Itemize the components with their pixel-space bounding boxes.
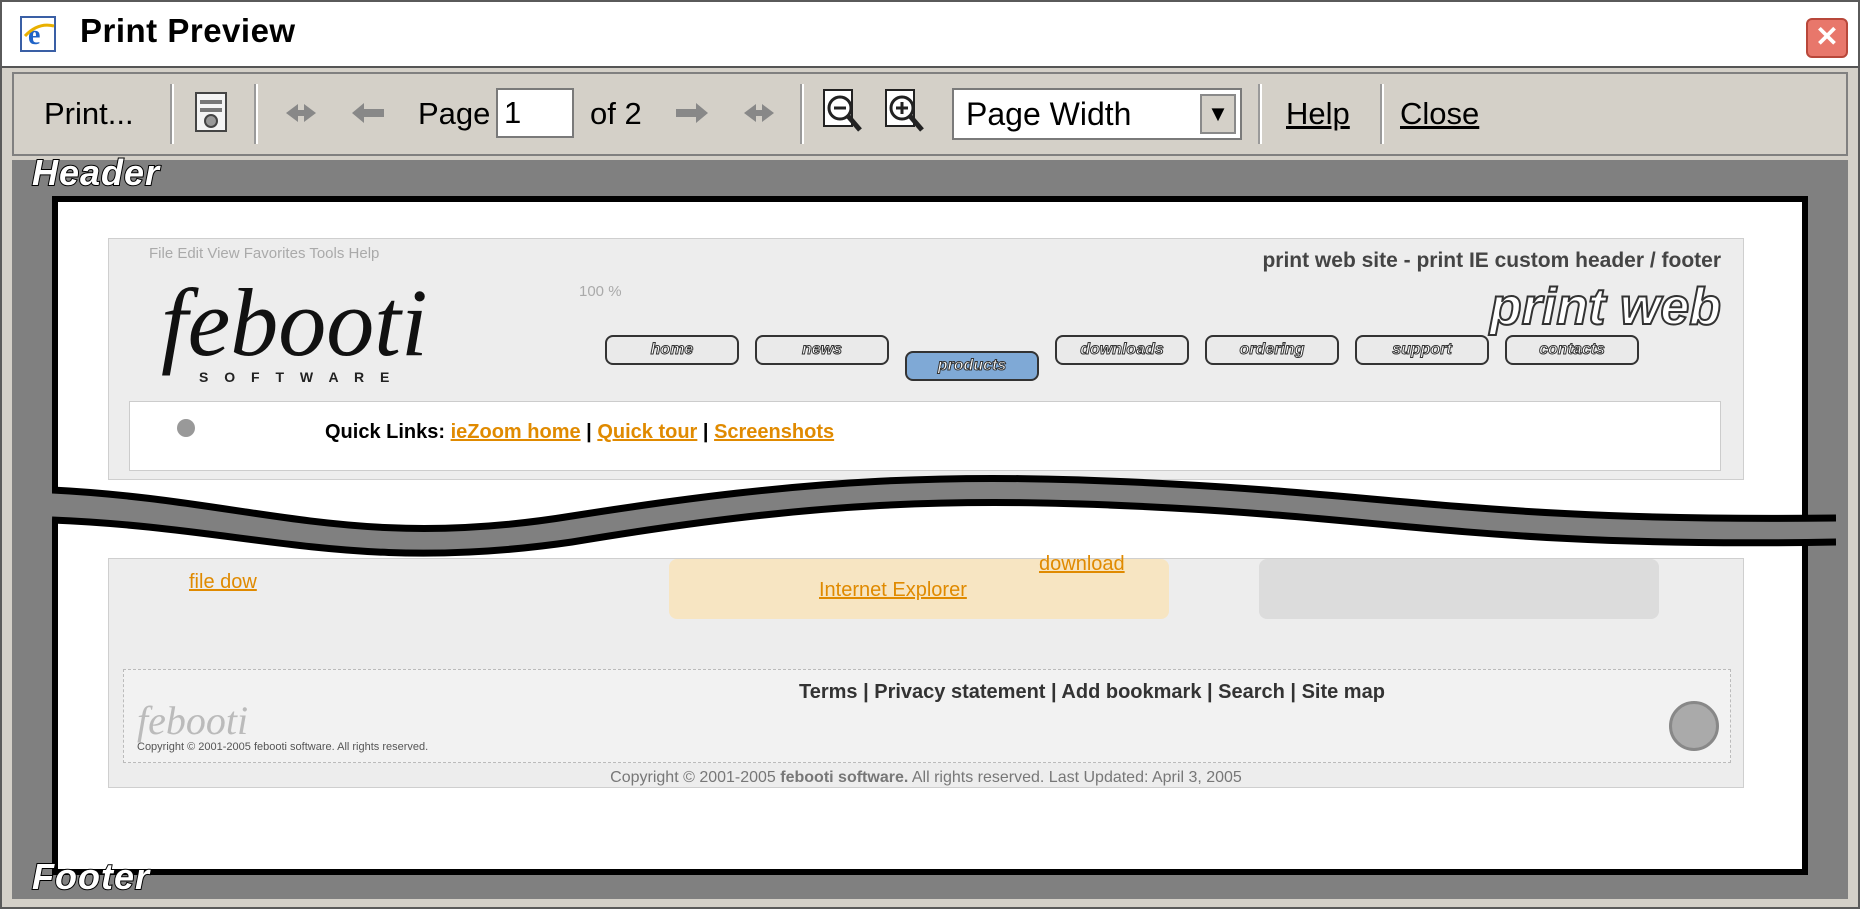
decor-box [1259,559,1659,619]
zoom-in-icon[interactable] [882,86,928,140]
menu-hint: File Edit View Favorites Tools Help [149,245,380,262]
svg-text:e: e [28,20,40,51]
quick-links: Quick Links: ieZoom home | Quick tour | … [325,421,835,443]
nav-item-support[interactable]: support [1355,335,1489,365]
print-button[interactable]: Print... [44,88,134,140]
next-page-icon[interactable] [674,100,710,126]
header-text: print web site - print IE custom header … [1262,249,1721,272]
nav-item-ordering[interactable]: ordering [1205,335,1339,365]
footer-logo: febooti [137,698,249,743]
scroll-top-icon[interactable] [1669,701,1719,751]
page-setup-icon[interactable] [190,90,234,134]
page-count-label: of 2 [590,96,642,131]
bullet-icon [177,419,195,437]
page-label: Page [418,88,490,140]
close-button-label: Close [1400,96,1480,131]
logo-text: febooti [161,269,428,376]
page-number-input[interactable]: 1 [496,88,574,138]
footer-small-copyright: Copyright © 2001-2005 febooti software. … [137,741,429,753]
fragment-download: download [1039,553,1125,575]
footer-label: Footer [31,855,150,898]
header-snapshot: File Edit View Favorites Tools Help 100 … [108,238,1744,480]
footer-snapshot: file dow download Internet Explorer Term… [108,553,1744,788]
toolbar-separator [254,84,258,144]
help-button[interactable]: Help [1286,88,1350,140]
last-page-icon[interactable] [740,98,780,128]
logo-sub: S O F T W A R E [199,369,396,385]
print-preview-toolbar: Print... Page 1 of 2 Page Width ▼ Help C… [12,72,1848,156]
copyright-bold: febooti software. [780,769,909,786]
toolbar-separator [1258,84,1262,144]
zoom-hint: 100 % [579,283,622,300]
preview-area: File Edit View Favorites Tools Help 100 … [12,151,1848,899]
quick-link[interactable]: Quick tour [597,421,697,443]
nav-item-contacts[interactable]: contacts [1505,335,1639,365]
print-preview-window: e Print Preview ✕ Print... Page 1 of 2 P… [0,0,1860,909]
toolbar-separator [800,84,804,144]
chevron-down-icon[interactable]: ▼ [1200,94,1236,134]
footer-links[interactable]: Terms | Privacy statement | Add bookmark… [799,681,1385,704]
quick-link[interactable]: ieZoom home [451,421,581,443]
quick-link[interactable]: Screenshots [714,421,834,443]
print-button-label: Print... [44,96,134,131]
zoom-select-value: Page Width [966,96,1132,132]
window-title: Print Preview [80,12,296,49]
nav-item-downloads[interactable]: downloads [1055,335,1189,365]
page-label-text: Page [418,96,491,131]
toolbar-separator [1380,84,1384,144]
brand-title: print web [1489,277,1722,337]
copyright-suffix: All rights reserved. Last Updated: April… [908,769,1242,786]
zoom-out-icon[interactable] [820,86,866,140]
help-button-label: Help [1286,96,1350,131]
preview-page: File Edit View Favorites Tools Help 100 … [52,196,1836,875]
copyright-line: Copyright © 2001-2005 febooti software. … [109,769,1743,787]
header-label: Header [31,151,161,194]
nav-item-news[interactable]: news [755,335,889,365]
fragment-ie: Internet Explorer [819,579,967,601]
first-page-icon[interactable] [282,98,322,128]
internet-explorer-icon: e [20,16,56,52]
nav-item-home[interactable]: home [605,335,739,365]
close-button[interactable]: Close [1400,88,1479,140]
zoom-select[interactable]: Page Width ▼ [952,88,1242,140]
fragment-file: file dow [189,571,257,593]
window-close-button[interactable]: ✕ [1806,18,1848,58]
copyright-prefix: Copyright © 2001-2005 [610,769,781,786]
previous-page-icon[interactable] [350,100,386,126]
toolbar-separator [170,84,174,144]
nav-item-products[interactable]: products [905,351,1039,381]
title-bar: e Print Preview ✕ [2,2,1858,68]
quick-links-label: Quick Links: [325,421,446,443]
